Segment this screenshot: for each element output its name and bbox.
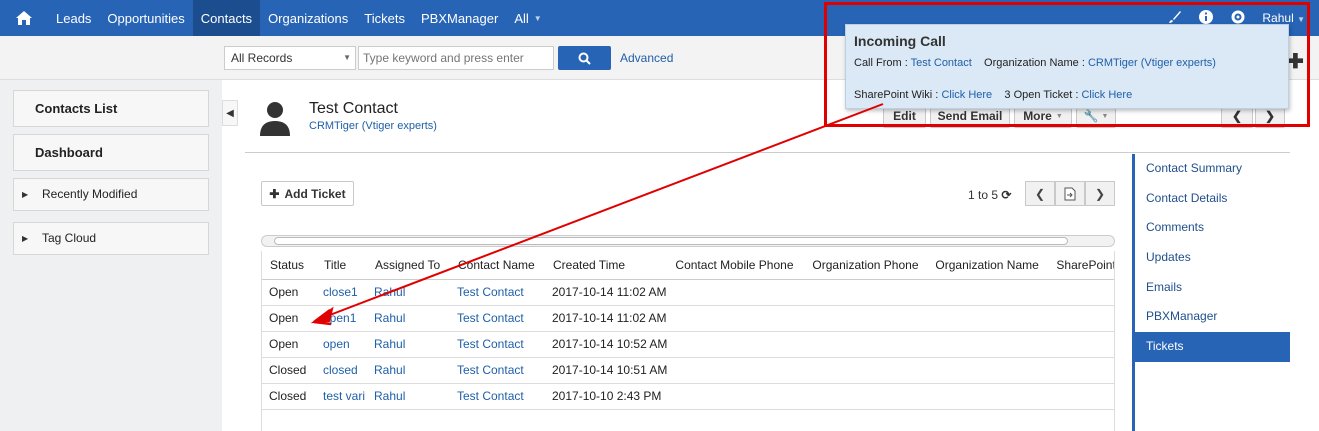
table-row[interactable]: Closed closed Rahul Test Contact 2017-10… <box>262 357 1114 384</box>
chevron-left-icon: ❮ <box>1034 186 1046 201</box>
nav-opportunities[interactable]: Opportunities <box>99 0 192 36</box>
column-header[interactable]: Title <box>316 251 367 280</box>
caret-right-icon: ▶ <box>22 190 29 199</box>
pager-range-text: 1 to 5 <box>968 188 999 202</box>
chevron-down-icon: ▼ <box>533 13 542 23</box>
column-header[interactable]: Organization Phone <box>804 251 928 280</box>
cell-status: Closed <box>262 383 316 410</box>
cell-status: Open <box>262 331 316 358</box>
related-pbxmanager[interactable]: PBXManager <box>1135 302 1290 332</box>
pager-jump-button[interactable] <box>1055 181 1085 206</box>
caret-down-icon: ▼ <box>343 53 351 62</box>
cell-created-time: 2017-10-14 10:52 AM <box>545 331 668 358</box>
records-select-value: All Records <box>231 51 293 65</box>
cell-created-time: 2017-10-14 11:02 AM <box>545 305 668 332</box>
nav-all[interactable]: All ▼ <box>506 0 549 36</box>
sidebar-contacts-list[interactable]: Contacts List <box>13 90 209 127</box>
contact-organization-link[interactable]: CRMTiger (Vtiger experts) <box>309 120 437 132</box>
chevron-left-icon: ◀ <box>226 107 234 119</box>
table-horizontal-scrollbar[interactable] <box>261 235 1115 247</box>
cell-created-time: 2017-10-14 10:51 AM <box>545 357 668 384</box>
avatar-icon <box>258 100 292 139</box>
sidebar-recently-modified-label: Recently Modified <box>42 187 138 201</box>
cell-title-link[interactable]: open <box>323 337 350 351</box>
records-select[interactable]: All Records ▼ <box>224 46 356 70</box>
related-contact-details[interactable]: Contact Details <box>1135 184 1290 214</box>
nav-pbxmanager[interactable]: PBXManager <box>413 0 506 36</box>
table-row[interactable]: Open open Rahul Test Contact 2017-10-14 … <box>262 331 1114 358</box>
cell-assigned-link[interactable]: Rahul <box>374 285 405 299</box>
column-header[interactable]: Organization Name <box>927 251 1049 280</box>
related-comments[interactable]: Comments <box>1135 213 1290 243</box>
cell-assigned-link[interactable]: Rahul <box>374 389 405 403</box>
column-header[interactable]: Contact Name <box>450 251 545 280</box>
cell-status: Closed <box>262 357 316 384</box>
related-emails[interactable]: Emails <box>1135 273 1290 303</box>
sidebar-recently-modified[interactable]: ▶ Recently Modified <box>13 178 209 211</box>
cell-contact-link[interactable]: Test Contact <box>457 389 524 403</box>
chevron-right-icon: ❯ <box>1094 186 1106 201</box>
cell-created-time: 2017-10-10 2:43 PM <box>545 383 668 410</box>
sidebar-dashboard[interactable]: Dashboard <box>13 134 209 171</box>
tickets-table-container: Status Title Assigned To Contact Name Cr… <box>261 251 1115 431</box>
related-list: Contact Summary Contact Details Comments… <box>1132 154 1290 431</box>
caret-right-icon: ▶ <box>22 234 29 243</box>
add-ticket-button[interactable]: ✚ Add Ticket <box>261 181 354 206</box>
column-header[interactable]: Assigned To <box>367 251 450 280</box>
add-ticket-label: Add Ticket <box>284 186 346 201</box>
plus-icon: ✚ <box>269 186 280 201</box>
cell-title-link[interactable]: closed <box>323 363 358 377</box>
cell-title-link[interactable]: close1 <box>323 285 358 299</box>
related-updates[interactable]: Updates <box>1135 243 1290 273</box>
cell-contact-link[interactable]: Test Contact <box>457 285 524 299</box>
column-header[interactable]: Created Time <box>545 251 668 280</box>
sidebar <box>0 80 222 431</box>
annotation-highlight-box <box>824 2 1310 127</box>
advanced-search-link[interactable]: Advanced <box>620 51 673 65</box>
table-row[interactable]: Closed test vari Rahul Test Contact 2017… <box>262 383 1114 410</box>
cell-contact-link[interactable]: Test Contact <box>457 337 524 351</box>
nav-contacts[interactable]: Contacts <box>192 0 261 36</box>
related-contact-summary[interactable]: Contact Summary <box>1135 154 1290 184</box>
sidebar-dashboard-label: Dashboard <box>35 145 103 160</box>
sidebar-contacts-list-label: Contacts List <box>35 101 118 116</box>
column-header[interactable]: Contact Mobile Phone <box>667 251 805 280</box>
cell-created-time: 2017-10-14 11:02 AM <box>545 279 668 306</box>
cell-contact-link[interactable]: Test Contact <box>457 363 524 377</box>
refresh-icon[interactable]: ⟳ <box>1001 188 1011 202</box>
nav-leads[interactable]: Leads <box>48 0 99 36</box>
pager-range: 1 to 5 ⟳ <box>968 188 1011 202</box>
cell-status: Open <box>262 279 316 306</box>
search-icon <box>578 52 591 65</box>
pager-previous-button[interactable]: ❮ <box>1025 181 1055 206</box>
search-input[interactable] <box>358 46 554 70</box>
nav-all-label: All <box>514 10 529 26</box>
cell-status: Open <box>262 305 316 332</box>
pager-next-button[interactable]: ❯ <box>1085 181 1115 206</box>
page-jump-icon <box>1064 187 1076 200</box>
cell-contact-link[interactable]: Test Contact <box>457 311 524 325</box>
column-header[interactable]: SharePoint W <box>1048 251 1114 280</box>
cell-assigned-link[interactable]: Rahul <box>374 311 405 325</box>
sidebar-tag-cloud[interactable]: ▶ Tag Cloud <box>13 222 209 255</box>
tickets-table: Status Title Assigned To Contact Name Cr… <box>262 251 1114 410</box>
table-header-row: Status Title Assigned To Contact Name Cr… <box>262 251 1114 280</box>
cell-title-link[interactable]: test vari <box>323 389 365 403</box>
cell-title-link[interactable]: open1 <box>323 311 356 325</box>
table-row[interactable]: Open close1 Rahul Test Contact 2017-10-1… <box>262 279 1114 306</box>
home-icon[interactable] <box>0 0 48 36</box>
column-header[interactable]: Status <box>262 251 316 280</box>
header-divider <box>245 152 1290 153</box>
scrollbar-thumb[interactable] <box>274 237 1068 245</box>
cell-assigned-link[interactable]: Rahul <box>374 337 405 351</box>
table-row[interactable]: Open open1 Rahul Test Contact 2017-10-14… <box>262 305 1114 332</box>
contact-name: Test Contact <box>309 100 398 117</box>
search-button[interactable] <box>558 46 611 70</box>
cell-assigned-link[interactable]: Rahul <box>374 363 405 377</box>
nav-tickets[interactable]: Tickets <box>356 0 413 36</box>
related-tickets[interactable]: Tickets <box>1135 332 1290 362</box>
collapse-sidebar-button[interactable]: ◀ <box>222 100 238 126</box>
nav-organizations[interactable]: Organizations <box>260 0 356 36</box>
